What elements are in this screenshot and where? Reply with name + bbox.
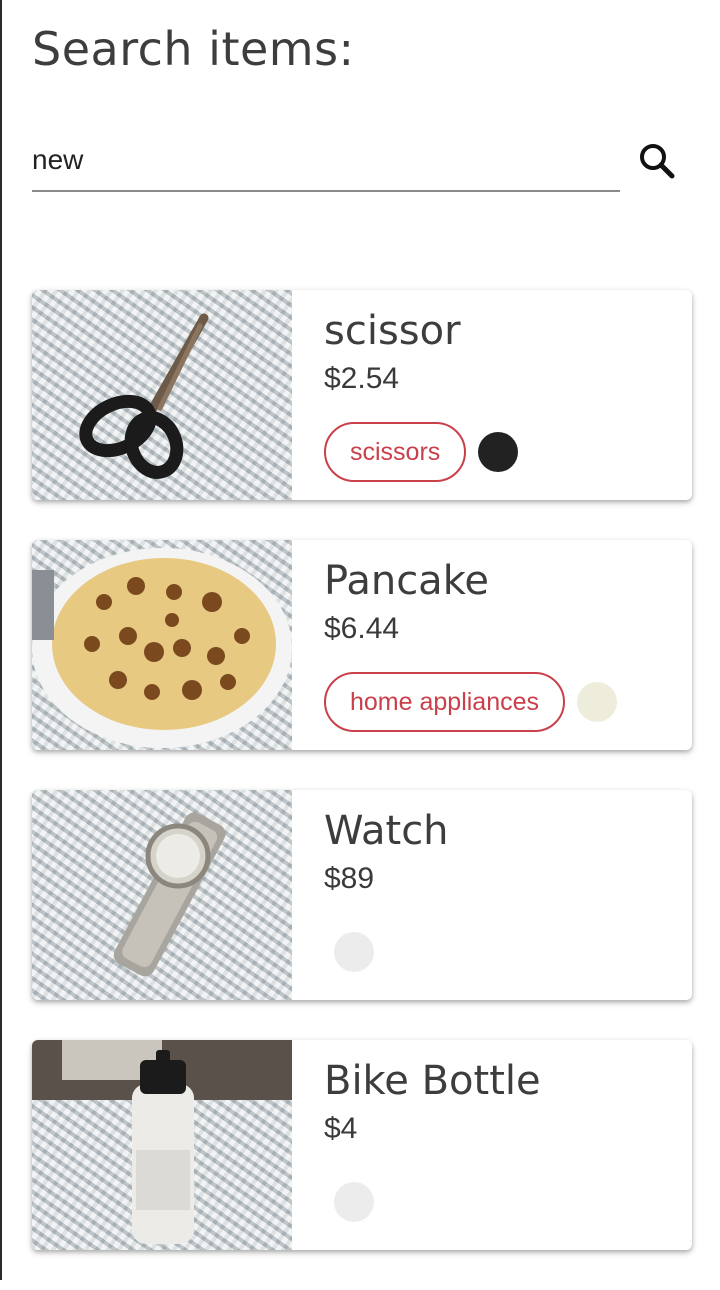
item-price: $89 <box>324 862 375 895</box>
item-info: scissor $2.54 scissors <box>324 290 692 500</box>
category-tag[interactable]: scissors <box>324 422 467 482</box>
item-name: Pancake <box>324 558 490 604</box>
color-swatch <box>478 432 519 472</box>
item-info: Pancake $6.44 home appliances <box>324 540 692 750</box>
color-swatch <box>577 682 618 722</box>
search-input[interactable] <box>32 130 620 192</box>
color-swatch <box>334 1182 374 1222</box>
left-border <box>0 0 2 1280</box>
item-name: Watch <box>324 808 449 854</box>
page-title: Search items: <box>32 22 355 76</box>
item-list: scissor $2.54 scissors Pancake $6.44 hom… <box>32 290 692 1290</box>
item-info: Watch $89 <box>324 790 692 1000</box>
item-card[interactable]: Bike Bottle $4 <box>32 1040 692 1250</box>
item-card[interactable]: scissor $2.54 scissors <box>32 290 692 500</box>
search-icon <box>640 144 675 179</box>
item-price: $2.54 <box>324 362 400 395</box>
item-image-scissors <box>32 290 292 500</box>
item-image-watch <box>32 790 292 1000</box>
item-tags <box>324 1170 374 1234</box>
item-price: $4 <box>324 1112 358 1145</box>
item-name: Bike Bottle <box>324 1058 541 1104</box>
item-name: scissor <box>324 308 461 354</box>
item-card[interactable]: Watch $89 <box>32 790 692 1000</box>
item-tags: home appliances <box>324 670 618 734</box>
item-card[interactable]: Pancake $6.44 home appliances <box>32 540 692 750</box>
item-image-pancake <box>32 540 292 750</box>
search-button[interactable] <box>636 140 680 184</box>
category-tag[interactable]: home appliances <box>324 672 566 732</box>
item-price: $6.44 <box>324 612 400 645</box>
search-bar <box>32 130 692 194</box>
item-image-bottle <box>32 1040 292 1250</box>
item-tags: scissors <box>324 420 519 484</box>
item-tags <box>324 920 374 984</box>
color-swatch <box>334 932 374 972</box>
item-info: Bike Bottle $4 <box>324 1040 692 1250</box>
